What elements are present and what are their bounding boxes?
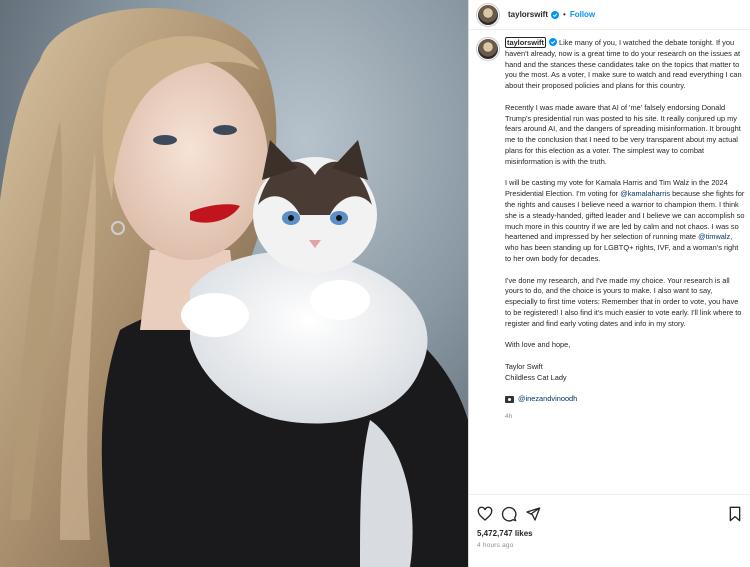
mention-kamalaharris[interactable]: @kamalaharris — [620, 189, 670, 198]
likes-count[interactable]: 5,472,747 likes — [477, 529, 743, 538]
post-header: taylorswift • Follow — [469, 0, 750, 30]
follow-button[interactable]: Follow — [570, 10, 595, 19]
caption-paragraph-2: Recently I was made aware that AI of 'me… — [505, 102, 741, 166]
post-side-panel: taylorswift • Follow taylorswift Like ma… — [468, 0, 750, 567]
action-icons-row — [477, 503, 743, 525]
comment-icon[interactable] — [501, 506, 517, 522]
photo-credit: @inezandvinoodh — [505, 394, 745, 405]
instagram-post: taylorswift • Follow taylorswift Like ma… — [0, 0, 750, 567]
verified-badge-icon — [551, 10, 560, 19]
caption-section: taylorswift Like many of you, I watched … — [477, 37, 745, 423]
portrait-with-cat-image — [0, 0, 468, 567]
camera-icon — [505, 396, 514, 404]
mention-timwalz[interactable]: @timwalz — [698, 232, 730, 241]
post-time: 4 hours ago — [477, 542, 514, 549]
post-actions: 5,472,747 likes 4 hours ago — [469, 494, 750, 549]
verified-badge-icon — [548, 38, 557, 46]
caption-timestamp: 4h — [505, 412, 513, 420]
bookmark-icon[interactable] — [727, 506, 743, 522]
author-username[interactable]: taylorswift — [508, 10, 548, 19]
separator-dot: • — [563, 10, 566, 19]
caption-signature: Taylor Swift Childless Cat Lady — [505, 362, 745, 384]
caption-paragraph-5: With love and hope, — [505, 340, 571, 350]
mention-inezandvinoodh[interactable]: @inezandvinoodh — [518, 394, 577, 405]
heart-icon[interactable] — [477, 506, 493, 522]
share-icon[interactable] — [525, 506, 541, 522]
post-caption: taylorswift Like many of you, I watched … — [505, 37, 745, 423]
caption-paragraph-1: taylorswift Like many of you, I watched … — [505, 37, 745, 92]
author-avatar[interactable] — [477, 3, 499, 26]
signature-name: Taylor Swift — [505, 361, 543, 371]
post-photo[interactable] — [0, 0, 468, 567]
caption-username[interactable]: taylorswift — [505, 37, 546, 48]
caption-paragraph-3: I will be casting my vote for Kamala Har… — [505, 178, 745, 264]
caption-author-avatar[interactable] — [477, 38, 499, 60]
signature-title: Childless Cat Lady — [505, 372, 567, 382]
caption-paragraph-4: I've done my research, and I've made my … — [505, 275, 742, 328]
